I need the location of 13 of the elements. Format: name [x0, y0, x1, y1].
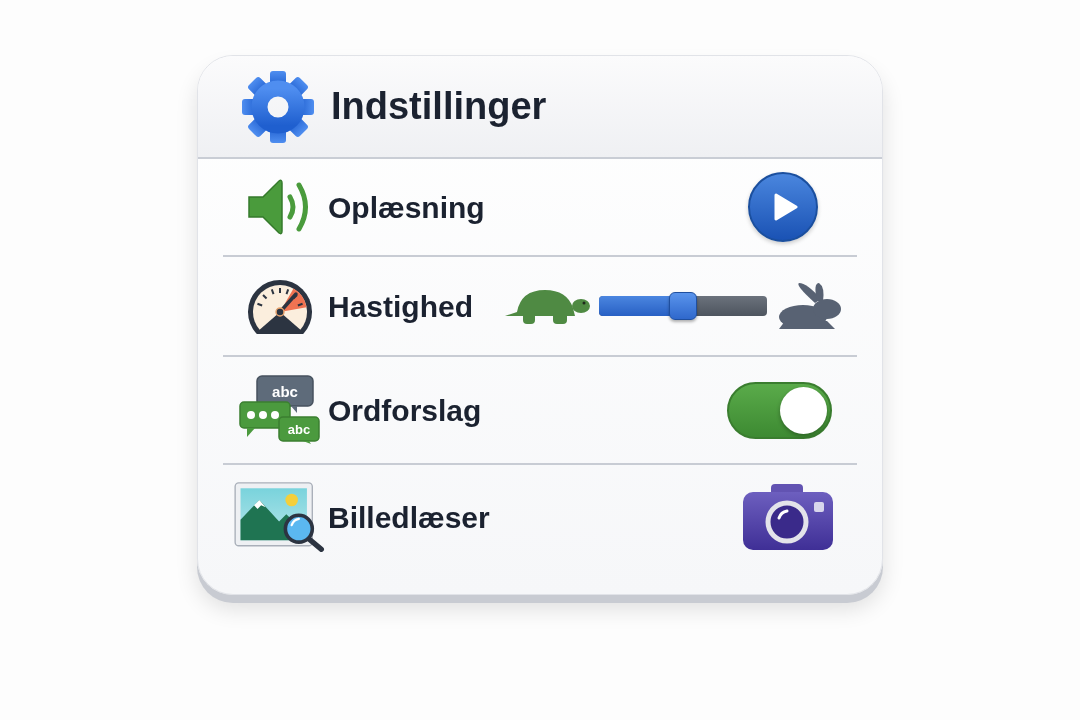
- camera-button[interactable]: [743, 484, 833, 550]
- play-icon: [773, 193, 798, 221]
- setting-label: Billedlæser: [328, 499, 490, 536]
- slider-handle[interactable]: [669, 292, 697, 320]
- setting-label: Hastighed: [328, 288, 474, 325]
- play-button[interactable]: [748, 172, 818, 242]
- settings-icon: [242, 70, 314, 143]
- setting-label: Oplæsning: [328, 189, 485, 226]
- setting-label: Ordforslag: [328, 392, 482, 429]
- image-search-icon: [234, 482, 326, 552]
- toggle-switch[interactable]: [727, 381, 832, 439]
- camera-icon: [743, 484, 833, 550]
- settings-title: Indstillinger: [331, 84, 547, 129]
